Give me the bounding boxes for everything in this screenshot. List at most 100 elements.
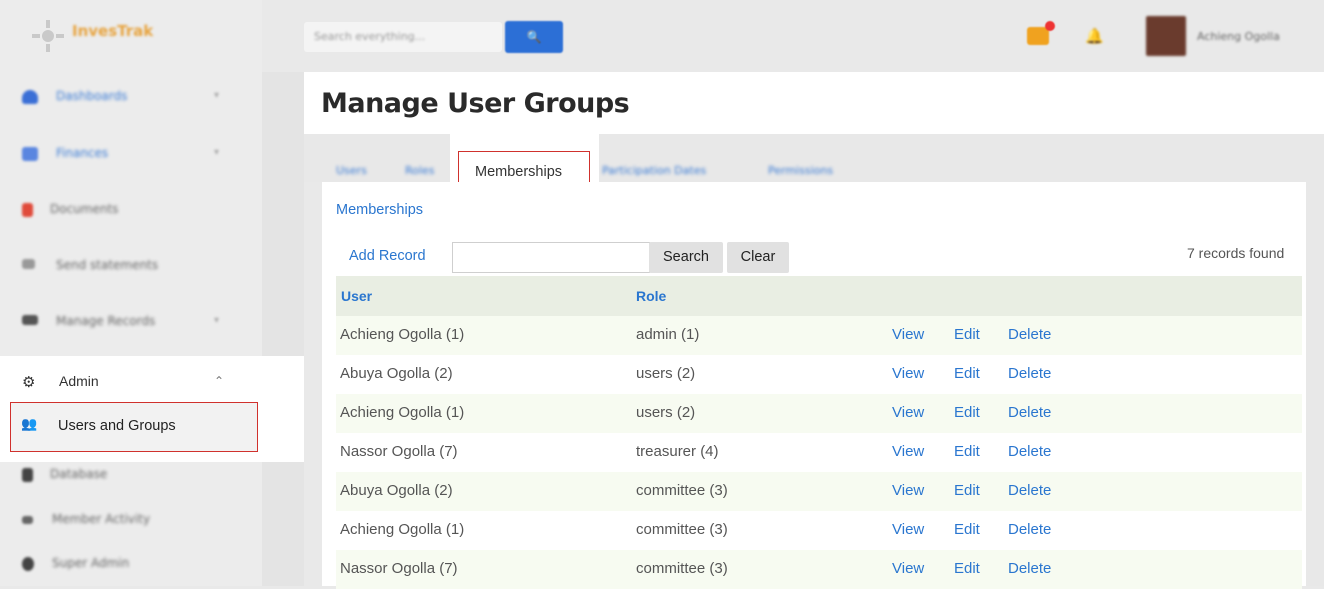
breadcrumb[interactable]: Memberships — [336, 202, 423, 218]
sidebar-item-label: Documents — [50, 202, 119, 216]
send-icon — [22, 259, 35, 269]
sidebar-item-manage-records[interactable]: Manage Records ▾ — [0, 303, 262, 343]
logo-text: InvesTrak — [72, 22, 154, 40]
user-name[interactable]: Achieng Ogolla — [1197, 30, 1280, 43]
sidebar-item-super-admin[interactable]: Super Admin — [0, 545, 262, 585]
cell-user: Nassor Ogolla (7) — [340, 443, 458, 460]
tab-roles[interactable]: Roles — [405, 164, 434, 177]
records-icon — [22, 315, 38, 325]
sidebar-item-users-and-groups[interactable]: 👥 Users and Groups — [10, 402, 258, 452]
sidebar-item-label: Admin — [59, 373, 99, 389]
edit-link[interactable]: Edit — [954, 443, 980, 460]
edit-link[interactable]: Edit — [954, 521, 980, 538]
memberships-panel: Memberships Add Record Search Clear 7 re… — [322, 182, 1306, 589]
notification-dot — [1045, 21, 1055, 31]
logo-icon — [32, 20, 64, 52]
view-link[interactable]: View — [892, 443, 924, 460]
tab-users[interactable]: Users — [336, 164, 367, 177]
cell-user: Abuya Ogolla (2) — [340, 482, 453, 499]
search-icon: 🔍 — [526, 30, 542, 44]
delete-link[interactable]: Delete — [1008, 365, 1051, 382]
cell-role: admin (1) — [636, 326, 700, 343]
cell-role: committee (3) — [636, 482, 728, 499]
table-row: Nassor Ogolla (7) committee (3) View Edi… — [336, 550, 1302, 589]
edit-link[interactable]: Edit — [954, 365, 980, 382]
app-logo[interactable]: InvesTrak — [28, 14, 198, 54]
table-header: User Role — [336, 276, 1302, 316]
sidebar-item-label: Manage Records — [56, 314, 156, 328]
sidebar-item-member-activity[interactable]: Member Activity — [0, 501, 262, 541]
sidebar-item-label: Finances — [56, 146, 109, 160]
delete-link[interactable]: Delete — [1008, 482, 1051, 499]
delete-link[interactable]: Delete — [1008, 521, 1051, 538]
column-header-role[interactable]: Role — [636, 288, 666, 304]
table-row: Abuya Ogolla (2) committee (3) View Edit… — [336, 472, 1302, 511]
global-search-input[interactable]: Search everything... — [304, 22, 502, 52]
scroll-track — [1306, 182, 1324, 586]
page-title: Manage User Groups — [321, 88, 630, 119]
cogs-icon: ⚙ — [22, 373, 36, 391]
edit-link[interactable]: Edit — [954, 560, 980, 577]
sidebar-item-label: Member Activity — [52, 512, 151, 526]
sidebar: InvesTrak Dashboards ▾ Finances ▾ Docume… — [0, 0, 262, 586]
sidebar-item-label: Dashboards — [56, 89, 128, 103]
chevron-down-icon: ▾ — [214, 90, 220, 101]
sidebar-item-documents[interactable]: Documents — [0, 191, 262, 231]
table-row: Achieng Ogolla (1) admin (1) View Edit D… — [336, 316, 1302, 355]
view-link[interactable]: View — [892, 560, 924, 577]
view-link[interactable]: View — [892, 326, 924, 343]
sidebar-item-admin[interactable]: ⚙ Admin ⌃ — [0, 356, 262, 406]
page-header: Manage User Groups — [304, 72, 1324, 134]
table-icon — [22, 147, 38, 161]
cell-role: users (2) — [636, 404, 696, 421]
avatar[interactable] — [1146, 16, 1186, 56]
bell-icon[interactable]: 🔔 — [1085, 27, 1104, 45]
tab-label: Memberships — [475, 164, 563, 180]
sidebar-item-finances[interactable]: Finances ▾ — [0, 135, 262, 175]
edit-link[interactable]: Edit — [954, 326, 980, 343]
sidebar-shadow — [262, 0, 304, 586]
sidebar-admin-section: ⚙ Admin ⌃ 👥 Users and Groups — [0, 356, 304, 462]
global-search-button[interactable]: 🔍 — [505, 21, 563, 53]
view-link[interactable]: View — [892, 482, 924, 499]
view-link[interactable]: View — [892, 365, 924, 382]
add-record-link[interactable]: Add Record — [349, 248, 426, 264]
table-row: Achieng Ogolla (1) committee (3) View Ed… — [336, 511, 1302, 550]
column-header-user[interactable]: User — [341, 288, 372, 304]
view-link[interactable]: View — [892, 521, 924, 538]
tab-bar: Users Roles Participation Dates Permissi… — [304, 134, 1324, 194]
records-count: 7 records found — [1187, 245, 1285, 261]
topbar: Search everything... 🔍 🔔 Achieng Ogolla — [262, 0, 1324, 72]
users-icon: 👥 — [21, 417, 38, 432]
table-row: Achieng Ogolla (1) users (2) View Edit D… — [336, 394, 1302, 433]
cell-user: Achieng Ogolla (1) — [340, 521, 465, 538]
edit-link[interactable]: Edit — [954, 482, 980, 499]
table-row: Abuya Ogolla (2) users (2) View Edit Del… — [336, 355, 1302, 394]
sidebar-item-label: Send statements — [56, 258, 159, 272]
chevron-down-icon: ▾ — [214, 315, 220, 326]
sidebar-item-dashboards[interactable]: Dashboards ▾ — [0, 78, 262, 118]
sidebar-item-label: Users and Groups — [58, 418, 176, 434]
delete-link[interactable]: Delete — [1008, 560, 1051, 577]
delete-link[interactable]: Delete — [1008, 404, 1051, 421]
tab-permissions[interactable]: Permissions — [768, 164, 833, 177]
database-icon — [22, 468, 33, 482]
delete-link[interactable]: Delete — [1008, 443, 1051, 460]
sidebar-item-database[interactable]: Database — [0, 456, 262, 496]
edit-link[interactable]: Edit — [954, 404, 980, 421]
filter-input[interactable] — [452, 242, 650, 273]
delete-link[interactable]: Delete — [1008, 326, 1051, 343]
view-link[interactable]: View — [892, 404, 924, 421]
sidebar-item-label: Super Admin — [52, 556, 130, 570]
cell-role: committee (3) — [636, 521, 728, 538]
tab-participation-dates[interactable]: Participation Dates — [602, 164, 706, 177]
activity-icon — [22, 516, 33, 524]
cell-user: Achieng Ogolla (1) — [340, 326, 465, 343]
chevron-down-icon: ▾ — [214, 147, 220, 158]
search-button[interactable]: Search — [649, 242, 723, 273]
cell-user: Abuya Ogolla (2) — [340, 365, 453, 382]
cell-role: committee (3) — [636, 560, 728, 577]
chevron-up-icon: ⌃ — [214, 374, 225, 388]
sidebar-item-send-statements[interactable]: Send statements — [0, 247, 262, 287]
clear-button[interactable]: Clear — [727, 242, 789, 273]
